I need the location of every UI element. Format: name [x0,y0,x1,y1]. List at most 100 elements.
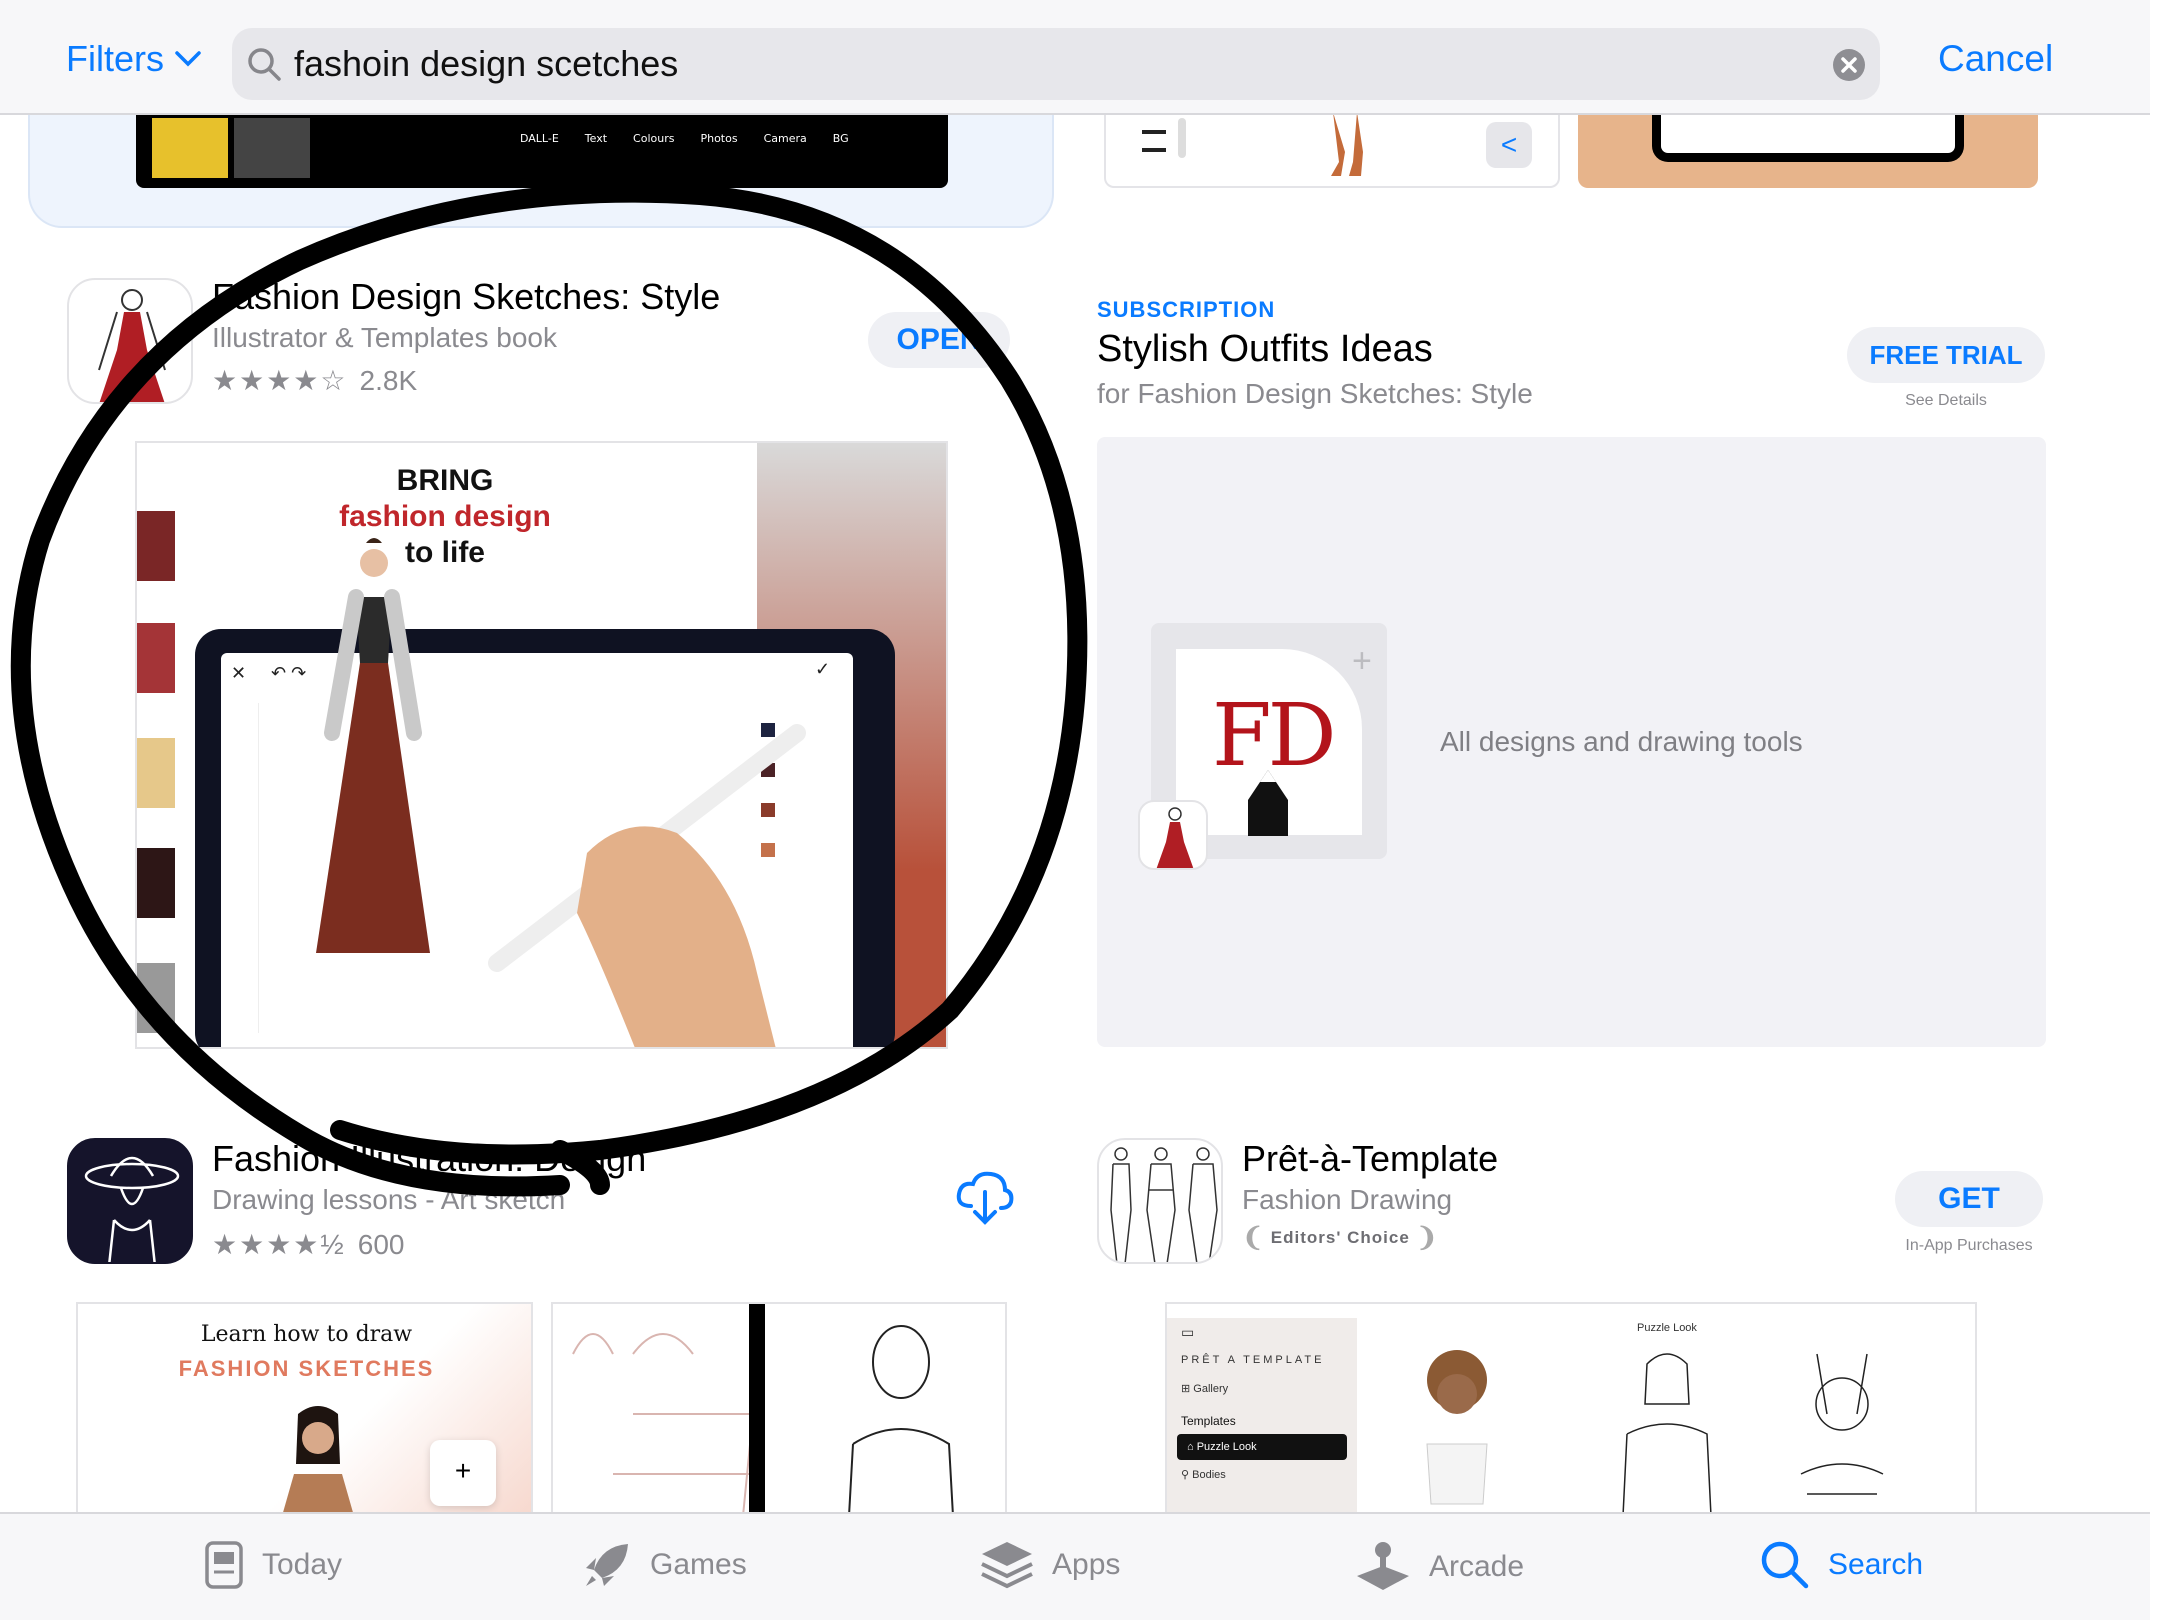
pencil-icon [1248,770,1288,836]
laurel-left-icon: ❨ [1242,1222,1265,1252]
fabric-swatch [137,963,175,1033]
screenshot-caption: Learn how to draw [200,1322,413,1347]
cloud-download-icon[interactable] [955,1170,1015,1226]
close-icon: ✕ [231,663,247,683]
sidebar-brand: PRÊT A TEMPLATE [1181,1354,1325,1366]
dress-figure-icon [98,289,166,402]
app-subtitle: Illustrator & Templates book [212,322,557,353]
search-icon [1761,1541,1809,1589]
in-app-purchases-note: In-App Purchases [1905,1237,2033,1254]
fabric-swatch [137,848,175,918]
sidebar-item-label: Gallery [1193,1383,1229,1395]
tab-today[interactable]: Today [204,1540,342,1590]
filters-label: Filters [66,38,164,79]
sketch-templates-illustration [572,1304,954,1512]
sidebar-item-gallery: ⊞ Gallery [1181,1383,1229,1395]
tab-search[interactable]: Search [1760,1540,1923,1590]
rating: ★★★★☆ 2.8K [212,364,417,397]
fabric-swatch [137,738,175,808]
layers-icon [981,1542,1033,1589]
app-subtitle: Drawing lessons - Art sketch [212,1184,566,1215]
joystick-icon [1357,1542,1409,1590]
rocket-icon [586,1544,628,1586]
previous-screenshot-right-2 [1578,112,2038,188]
app-screenshot[interactable]: ▭ PRÊT A TEMPLATE ⊞ Gallery Templates ⌂ … [1165,1302,1977,1514]
tab-apps[interactable]: Apps [980,1540,1120,1590]
rating-count: 2.8K [359,364,418,396]
headline-line: fashion design [339,500,551,533]
app-title[interactable]: Fashion Design Sketches: Style [212,276,720,318]
cancel-button[interactable]: Cancel [1938,38,2053,80]
filters-button[interactable]: Filters [66,38,202,80]
search-input[interactable]: fashoin design scetches [232,28,1880,100]
app-title[interactable]: Prêt-à-Template [1242,1138,1498,1180]
tool-sidebar [233,703,259,1033]
toolbar-item: DALL-E [520,132,559,145]
app-title[interactable]: Fashion Illustration: Design [212,1138,646,1180]
mini-app-icon [1138,800,1208,870]
hat-woman-icon [84,1156,180,1262]
sidebar-item-label: Bodies [1192,1469,1226,1481]
woman-illustration [283,1406,353,1512]
add-icon: + [430,1440,496,1506]
toolbar-item: Photos [700,132,738,145]
screenshot-caption: FASHION SKETCHES [178,1356,435,1381]
see-details-link[interactable]: See Details [1847,392,2045,410]
headline-line: to life [405,536,485,569]
hand-with-pencil-illustration [488,724,806,1047]
tab-label: Today [262,1548,343,1581]
subscription-subtitle: for Fashion Design Sketches: Style [1097,378,1533,409]
toolbar-item: Text [584,132,608,145]
template-sidebar: ▭ PRÊT A TEMPLATE ⊞ Gallery Templates ⌂ … [1167,1318,1357,1512]
app-store-search-page: Filters fashoin design scetches Cancel D… [0,0,2160,1620]
clear-icon[interactable] [1832,48,1866,82]
app-icon-fashion-illustration[interactable] [67,1138,193,1264]
plus-icon: + [1352,642,1372,680]
app-screenshot[interactable] [551,1302,1007,1514]
editors-choice-badge: ❨ Editors' Choice ❩ [1242,1222,1439,1253]
previous-screenshot-right: < [1104,112,1560,188]
app-screenshot[interactable]: ✕ ↶ ↷ ✓ BRING fashion design to life [135,441,948,1049]
search-query-text: fashoin design scetches [294,43,679,84]
badge-label: Editors' Choice [1270,1227,1410,1247]
tab-games[interactable]: Games [582,1540,747,1590]
collapse-icon: < [1486,122,1532,168]
free-trial-button[interactable]: FREE TRIAL [1847,327,2045,383]
fabric-swatch [137,511,175,581]
app-icon-fashion-design-sketches[interactable] [67,278,193,404]
subscription-tag: SUBSCRIPTION [1097,297,1276,322]
panel-title: Puzzle Look [1637,1322,1697,1334]
sidebar-item-puzzle-look: ⌂ Puzzle Look [1177,1434,1347,1460]
search-bar-header: Filters fashoin design scetches Cancel [0,0,2150,115]
subscription-description: All designs and drawing tools [1440,726,1803,757]
star-rating: ★★★★☆ [212,365,348,396]
tab-label: Arcade [1429,1550,1525,1583]
undo-redo-icon: ↶ ↷ [271,663,307,683]
chevron-down-icon [175,51,201,67]
get-button[interactable]: GET [1895,1171,2043,1227]
tab-bar: Today Games Apps Arcade Search [0,1512,2150,1620]
today-icon [205,1541,243,1589]
subscription-title[interactable]: Stylish Outfits Ideas [1097,328,1433,371]
sidebar-section-templates: Templates [1181,1414,1236,1428]
editor-toolbar: DALL-E Text Colours Photos Camera BG [520,132,849,145]
laurel-right-icon: ❩ [1415,1222,1439,1252]
fashion-figure-illustration [316,538,430,953]
sidebar-toggle-icon: ▭ [1181,1324,1195,1340]
screenshot-headline: BRING fashion design to life [335,463,555,571]
open-button[interactable]: OPEN [868,312,1010,368]
tab-label: Games [650,1548,747,1581]
tab-label: Apps [1052,1548,1121,1581]
fabric-swatch [137,623,175,693]
star-rating: ★★★★½ [212,1229,346,1260]
toolbar-item: Camera [763,132,807,145]
toolbar-item: BG [832,132,849,145]
thumbnail-yellow [152,118,228,178]
app-screenshot[interactable]: Learn how to draw FASHION SKETCHES + [76,1302,533,1514]
thumbnail-purple [234,118,310,178]
search-icon [248,48,281,81]
tab-arcade[interactable]: Arcade [1355,1540,1524,1594]
app-icon-pret-a-template[interactable] [1097,1138,1223,1264]
templates-illustration [1426,1350,1884,1512]
sidebar-item-label: Puzzle Look [1196,1441,1257,1453]
